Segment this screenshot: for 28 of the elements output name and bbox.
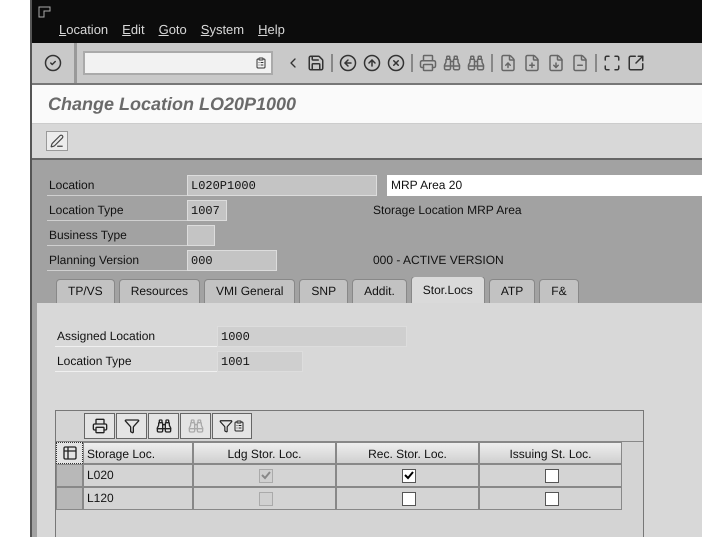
- menu-item[interactable]: Goto: [158, 22, 187, 37]
- field-value[interactable]: 1001: [217, 350, 303, 372]
- field-value[interactable]: 1007: [187, 200, 227, 220]
- tab[interactable]: Addit.: [352, 279, 407, 303]
- menu-item[interactable]: Help: [258, 22, 285, 37]
- tab[interactable]: Resources: [118, 279, 200, 303]
- menu-item[interactable]: System: [200, 22, 244, 37]
- tab[interactable]: SNP: [299, 279, 348, 303]
- description-text: Storage Location MRP Area: [373, 203, 522, 217]
- tab[interactable]: ATP: [488, 279, 536, 303]
- field-value[interactable]: L020P1000: [187, 174, 377, 196]
- screen-title: Change Location LO20P1000: [48, 94, 296, 114]
- column-header[interactable]: Ldg Stor. Loc.: [193, 442, 336, 464]
- column-header[interactable]: Storage Loc.: [83, 442, 193, 464]
- tab[interactable]: F&: [539, 279, 579, 303]
- table-cell: L020: [83, 464, 193, 487]
- tab[interactable]: Stor.Locs: [410, 277, 485, 303]
- tab[interactable]: VMI General: [204, 279, 296, 303]
- description-field: MRP Area 20: [387, 174, 702, 196]
- tab[interactable]: TP/VS: [56, 279, 115, 303]
- field-value[interactable]: 1000: [217, 326, 407, 346]
- description-text: 000 - ACTIVE VERSION: [373, 253, 504, 267]
- field-value[interactable]: 000: [187, 250, 277, 270]
- menu-item[interactable]: Edit: [122, 22, 145, 37]
- column-header[interactable]: Issuing St. Loc.: [479, 442, 622, 464]
- column-header[interactable]: Rec. Stor. Loc.: [336, 442, 479, 464]
- menu-item[interactable]: Location: [59, 22, 108, 37]
- table-cell: L120: [83, 487, 193, 510]
